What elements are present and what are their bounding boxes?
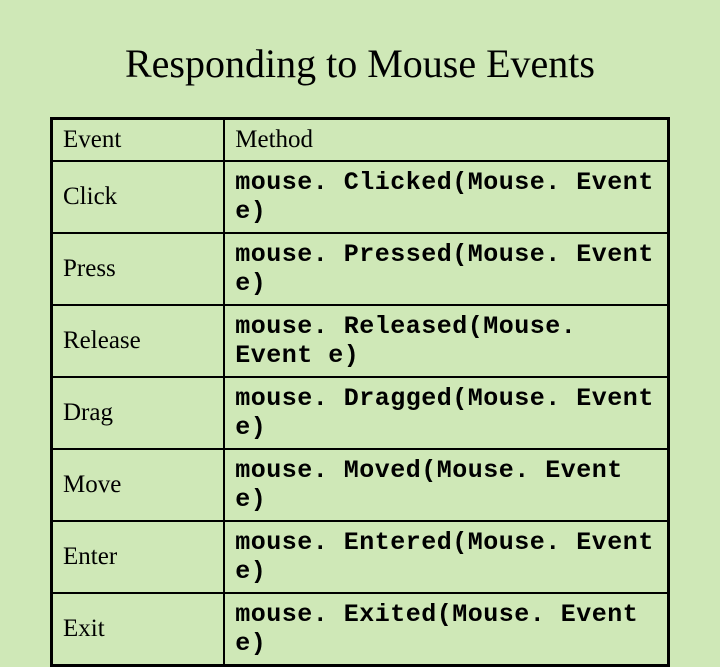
method-cell: mouse. Released(Mouse. Event e) — [224, 305, 668, 377]
table-row: Move mouse. Moved(Mouse. Event e) — [52, 449, 669, 521]
table-row: Drag mouse. Dragged(Mouse. Event e) — [52, 377, 669, 449]
event-cell: Move — [52, 449, 225, 521]
slide-title: Responding to Mouse Events — [50, 40, 670, 87]
method-cell: mouse. Exited(Mouse. Event e) — [224, 593, 668, 666]
table-row: Exit mouse. Exited(Mouse. Event e) — [52, 593, 669, 666]
table-row: Enter mouse. Entered(Mouse. Event e) — [52, 521, 669, 593]
method-cell: mouse. Dragged(Mouse. Event e) — [224, 377, 668, 449]
method-cell: mouse. Entered(Mouse. Event e) — [224, 521, 668, 593]
event-cell: Press — [52, 233, 225, 305]
table-row: Click mouse. Clicked(Mouse. Event e) — [52, 161, 669, 233]
header-cell-method: Method — [224, 119, 668, 162]
event-cell: Drag — [52, 377, 225, 449]
event-cell: Enter — [52, 521, 225, 593]
event-cell: Click — [52, 161, 225, 233]
table-row: Press mouse. Pressed(Mouse. Event e) — [52, 233, 669, 305]
table-row: Release mouse. Released(Mouse. Event e) — [52, 305, 669, 377]
method-cell: mouse. Clicked(Mouse. Event e) — [224, 161, 668, 233]
table-header-row: Event Method — [52, 119, 669, 162]
header-cell-event: Event — [52, 119, 225, 162]
method-cell: mouse. Pressed(Mouse. Event e) — [224, 233, 668, 305]
mouse-events-table: Event Method Click mouse. Clicked(Mouse.… — [50, 117, 670, 667]
event-cell: Release — [52, 305, 225, 377]
event-cell: Exit — [52, 593, 225, 666]
method-cell: mouse. Moved(Mouse. Event e) — [224, 449, 668, 521]
